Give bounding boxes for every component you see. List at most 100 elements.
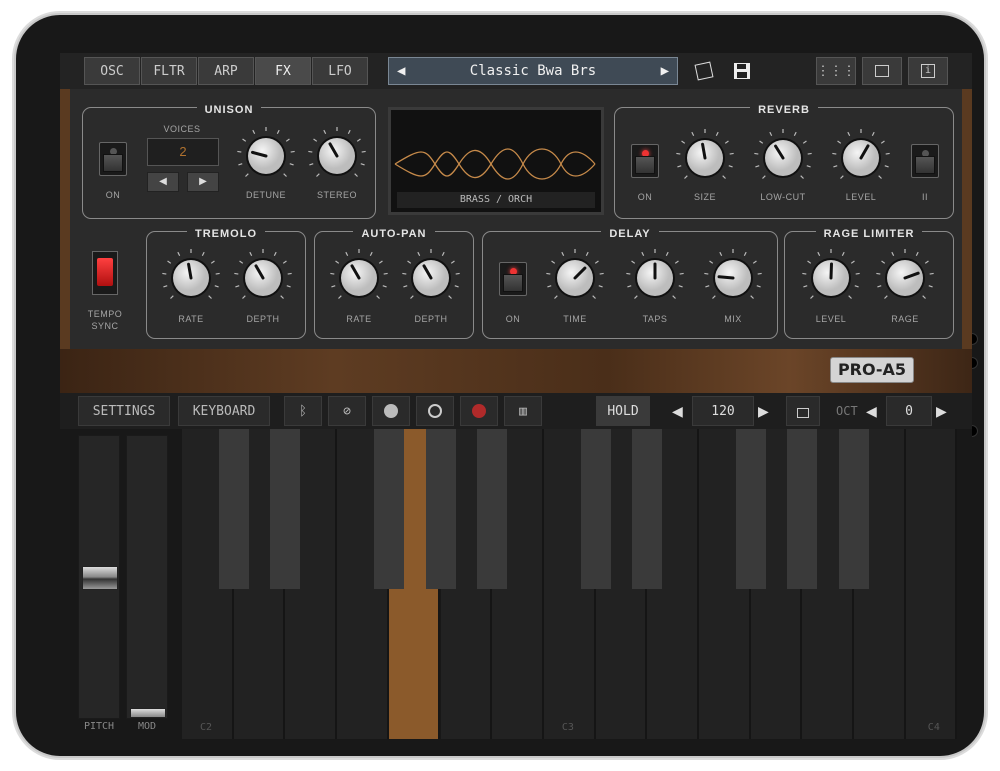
autopan-rate-knob[interactable] [329,248,389,308]
lowcut-knob[interactable] [753,128,813,188]
midi-icon [384,404,398,418]
black-key[interactable] [477,429,508,589]
mod-handle[interactable] [130,708,166,718]
record-icon [472,404,486,418]
tempo-value[interactable]: 120 [692,396,754,426]
tab-fx[interactable]: FX [255,57,311,85]
black-key[interactable] [632,429,663,589]
block-icon [428,404,442,418]
tempo-down-icon[interactable]: ◀ [672,403,683,420]
link-button[interactable]: ⊘ [328,396,366,426]
grid-button[interactable]: ⋮⋮⋮ [816,57,856,85]
autopan-title: AUTO-PAN [353,228,435,240]
reverb-ii-switch[interactable] [911,144,939,178]
unison-on-switch[interactable] [99,142,127,176]
mod-label: MOD [137,721,157,732]
voices-value[interactable]: 2 [147,138,219,166]
black-key[interactable] [787,429,818,589]
black-key[interactable] [218,429,249,589]
autopan-rate-label: RATE [346,314,372,324]
delay-taps-label: TAPS [642,314,668,324]
unlock-icon [797,408,809,418]
waveform-graph [394,148,596,180]
window-button[interactable] [862,57,902,85]
detune-knob[interactable] [236,126,296,186]
delay-section: DELAY ON TIME TAPS MIX [482,228,778,339]
black-key[interactable] [839,429,870,589]
tremolo-depth-label: DEPTH [246,314,280,324]
delay-on-switch[interactable] [499,262,527,296]
stereo-label: STEREO [316,190,357,200]
tab-arp[interactable]: ARP [198,57,254,85]
bluetooth-icon: ᛒ [299,403,307,419]
midi-button[interactable] [372,396,410,426]
preset-prev-icon[interactable]: ◀ [397,63,405,79]
black-key[interactable] [425,429,456,589]
delay-mix-label: MIX [724,314,742,324]
oct-up-icon[interactable]: ▶ [936,403,947,420]
delay-time-label: TIME [563,314,587,324]
oct-down-icon[interactable]: ◀ [866,403,877,420]
autopan-depth-knob[interactable] [401,248,461,308]
oct-value[interactable]: 0 [886,396,932,426]
tab-lfo[interactable]: LFO [312,57,368,85]
limiter-level-knob[interactable] [801,248,861,308]
voices-down-button[interactable]: ◀ [147,172,179,192]
level-knob[interactable] [831,128,891,188]
black-key[interactable] [735,429,766,589]
stereo-knob[interactable] [307,126,367,186]
autopan-depth-label: DEPTH [414,314,448,324]
pitch-handle[interactable] [82,566,118,590]
tab-osc[interactable]: OSC [84,57,140,85]
voices-label: VOICES [163,124,201,134]
lowcut-label: LOW-CUT [760,192,806,202]
delay-taps-knob[interactable] [625,248,685,308]
lock-button[interactable] [786,396,820,426]
black-key[interactable] [580,429,611,589]
keyboard-layout-button[interactable]: ▥ [504,396,542,426]
tremolo-rate-knob[interactable] [161,248,221,308]
info-button[interactable]: i [908,57,948,85]
size-knob[interactable] [675,128,735,188]
record-button[interactable] [460,396,498,426]
bluetooth-button[interactable]: ᛒ [284,396,322,426]
pitch-slider[interactable] [78,435,120,719]
tempo-up-icon[interactable]: ▶ [758,403,769,420]
link-icon: ⊘ [343,403,351,419]
device-frame: OSC FLTR ARP FX LFO ◀ Classic Bwa Brs ▶ … [14,13,986,758]
waveform-display: BRASS / ORCH [388,107,604,215]
panic-button[interactable] [416,396,454,426]
tremolo-depth-knob[interactable] [233,248,293,308]
hold-button[interactable]: HOLD [596,396,650,426]
tremolo-rate-label: RATE [178,314,204,324]
preset-selector[interactable]: ◀ Classic Bwa Brs ▶ [388,57,678,85]
settings-button[interactable]: SETTINGS [78,396,170,426]
tempo-sync-switch[interactable] [92,251,118,295]
black-key[interactable] [373,429,404,589]
reverb-section: REVERB ON SIZE LOW-CUT LEVEL II [614,104,954,219]
white-key[interactable]: C4 [905,429,958,739]
voices-up-button[interactable]: ▶ [187,172,219,192]
key-label: C3 [561,722,574,733]
dice-icon[interactable] [694,61,714,81]
piano-icon: ▥ [519,403,527,419]
fx-panel: UNISON ON VOICES 2 ◀ ▶ DETUNE STEREO BRA… [60,89,972,349]
reverb-on-switch[interactable] [631,144,659,178]
black-key[interactable] [270,429,301,589]
limiter-level-label: LEVEL [815,314,847,324]
oct-label: OCT [836,404,858,418]
detune-label: DETUNE [245,190,286,200]
reverb-title: REVERB [750,104,818,116]
key-label: C4 [927,722,940,733]
delay-time-knob[interactable] [545,248,605,308]
reverb-level-label: LEVEL [845,192,877,202]
save-icon[interactable] [733,62,751,80]
tab-fltr[interactable]: FLTR [141,57,197,85]
keyboard-button[interactable]: KEYBOARD [178,396,270,426]
preset-name: Classic Bwa Brs [469,63,597,79]
info-icon: i [921,64,935,78]
delay-mix-knob[interactable] [703,248,763,308]
mod-slider[interactable] [126,435,168,719]
preset-next-icon[interactable]: ▶ [661,63,669,79]
rage-knob[interactable] [875,248,935,308]
